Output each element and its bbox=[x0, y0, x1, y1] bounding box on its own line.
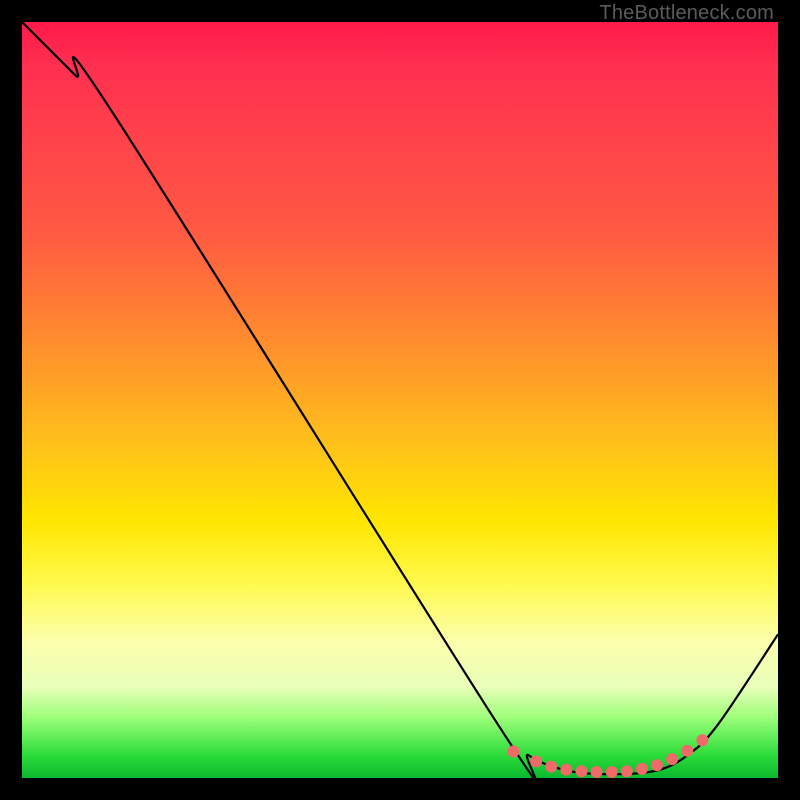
marker-dot bbox=[545, 761, 557, 773]
marker-dot bbox=[651, 759, 663, 771]
marker-dot bbox=[636, 763, 648, 775]
marker-dot bbox=[560, 764, 572, 776]
marker-dot bbox=[621, 765, 633, 777]
dot-cluster bbox=[507, 734, 708, 778]
watermark-text: TheBottleneck.com bbox=[599, 2, 774, 25]
chart-svg bbox=[22, 22, 778, 778]
chart-frame: TheBottleneck.com bbox=[0, 0, 800, 800]
marker-dot bbox=[681, 745, 693, 757]
marker-dot bbox=[696, 734, 708, 746]
chart-plot-area bbox=[22, 22, 778, 778]
bottleneck-curve bbox=[22, 22, 778, 778]
marker-dot bbox=[530, 755, 542, 767]
marker-dot bbox=[575, 765, 587, 777]
marker-dot bbox=[507, 746, 519, 758]
marker-dot bbox=[591, 766, 603, 778]
marker-dot bbox=[606, 766, 618, 778]
marker-dot bbox=[666, 753, 678, 765]
